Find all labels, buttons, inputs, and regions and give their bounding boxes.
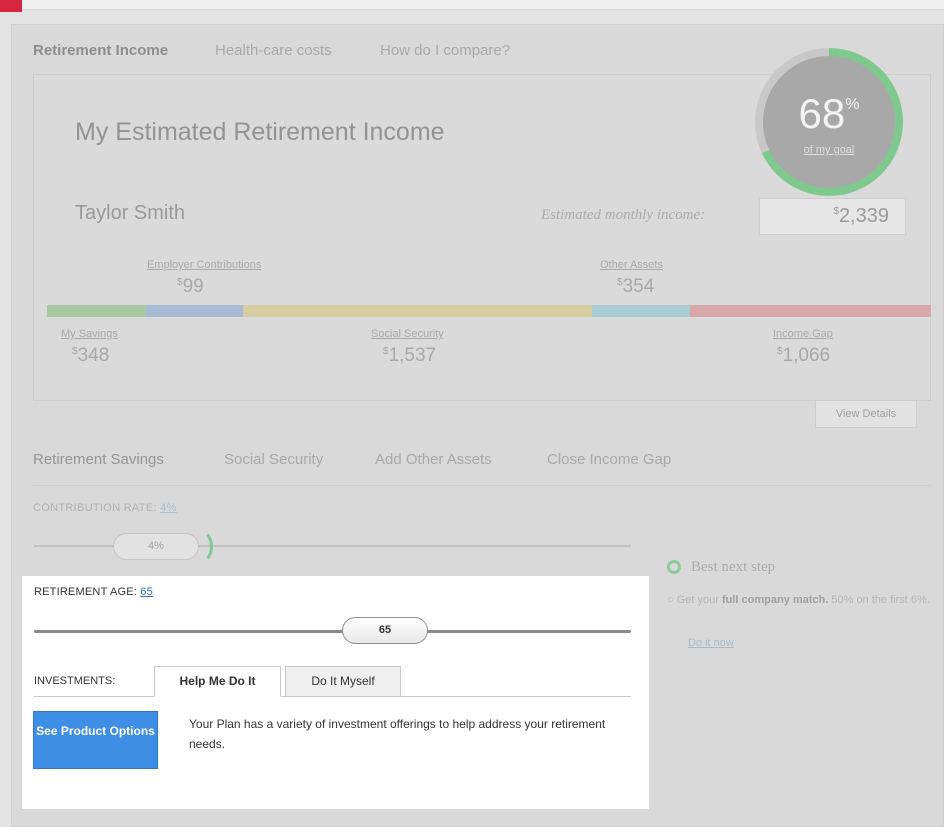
tab-do-it-myself[interactable]: Do It Myself <box>285 666 401 697</box>
retirement-age-label: RETIREMENT AGE: 65 <box>34 586 153 598</box>
bar-income-gap <box>690 305 931 317</box>
tab-health-care-costs[interactable]: Health-care costs <box>215 42 332 59</box>
bar-social-security <box>243 305 592 317</box>
other-assets-value: $354 <box>617 276 655 297</box>
my-savings-value: $348 <box>72 345 110 366</box>
employer-contributions-label[interactable]: Employer Contributions <box>147 259 261 271</box>
tab-help-me-do-it[interactable]: Help Me Do It <box>154 666 281 697</box>
income-gap-value: $1,066 <box>777 345 831 366</box>
goal-gauge: 68% of my goal <box>755 48 903 196</box>
top-strip <box>0 0 944 10</box>
user-name: Taylor Smith <box>75 202 186 224</box>
subtab-social-security[interactable]: Social Security <box>224 451 323 468</box>
do-it-now-link[interactable]: Do it now <box>688 637 734 649</box>
of-my-goal-link[interactable]: of my goal <box>763 144 895 156</box>
contribution-rate-link[interactable]: 4% <box>160 502 177 514</box>
estimated-income-label: Estimated monthly income: <box>541 207 706 223</box>
estimated-income-value: $2,339 <box>759 198 906 235</box>
my-savings-label[interactable]: My Savings <box>61 328 118 340</box>
subtab-add-other-assets[interactable]: Add Other Assets <box>375 451 492 468</box>
best-step-icon <box>667 560 681 574</box>
view-details-button[interactable]: View Details <box>815 400 917 428</box>
investments-label: INVESTMENTS: <box>34 675 116 687</box>
other-assets-label[interactable]: Other Assets <box>600 259 663 271</box>
subtab-divider <box>33 485 931 486</box>
retirement-age-track[interactable] <box>34 630 631 633</box>
investments-description: Your Plan has a variety of investment of… <box>189 717 606 751</box>
retirement-age-link[interactable]: 65 <box>140 586 153 598</box>
contribution-arc <box>185 529 213 564</box>
retirement-age-slider-handle[interactable]: 65 <box>342 617 428 644</box>
bar-other-assets <box>592 305 690 317</box>
tab-how-do-i-compare[interactable]: How do I compare? <box>380 42 510 59</box>
bar-employer-contributions <box>146 305 243 317</box>
bar-my-savings <box>47 305 146 317</box>
see-product-options-button[interactable]: See Product Options <box>33 711 158 769</box>
brand-mark <box>0 0 22 12</box>
info-icon: ○ <box>667 594 674 606</box>
social-security-label[interactable]: Social Security <box>371 328 444 340</box>
best-next-step-title: Best next step <box>691 559 776 575</box>
tab-retirement-income[interactable]: Retirement Income <box>33 42 168 59</box>
best-next-step-text: ○ Get your full company match. 50% on th… <box>667 594 930 606</box>
income-gap-label[interactable]: Income Gap <box>773 328 833 340</box>
employer-contributions-value: $99 <box>177 276 204 297</box>
contribution-rate-label: CONTRIBUTION RATE: 4% <box>33 502 177 514</box>
subtab-close-income-gap[interactable]: Close Income Gap <box>547 451 671 468</box>
subtab-retirement-savings[interactable]: Retirement Savings <box>33 451 164 468</box>
goal-percent: 68% <box>798 90 860 137</box>
page-title: My Estimated Retirement Income <box>75 118 445 146</box>
social-security-value: $1,537 <box>383 345 437 366</box>
